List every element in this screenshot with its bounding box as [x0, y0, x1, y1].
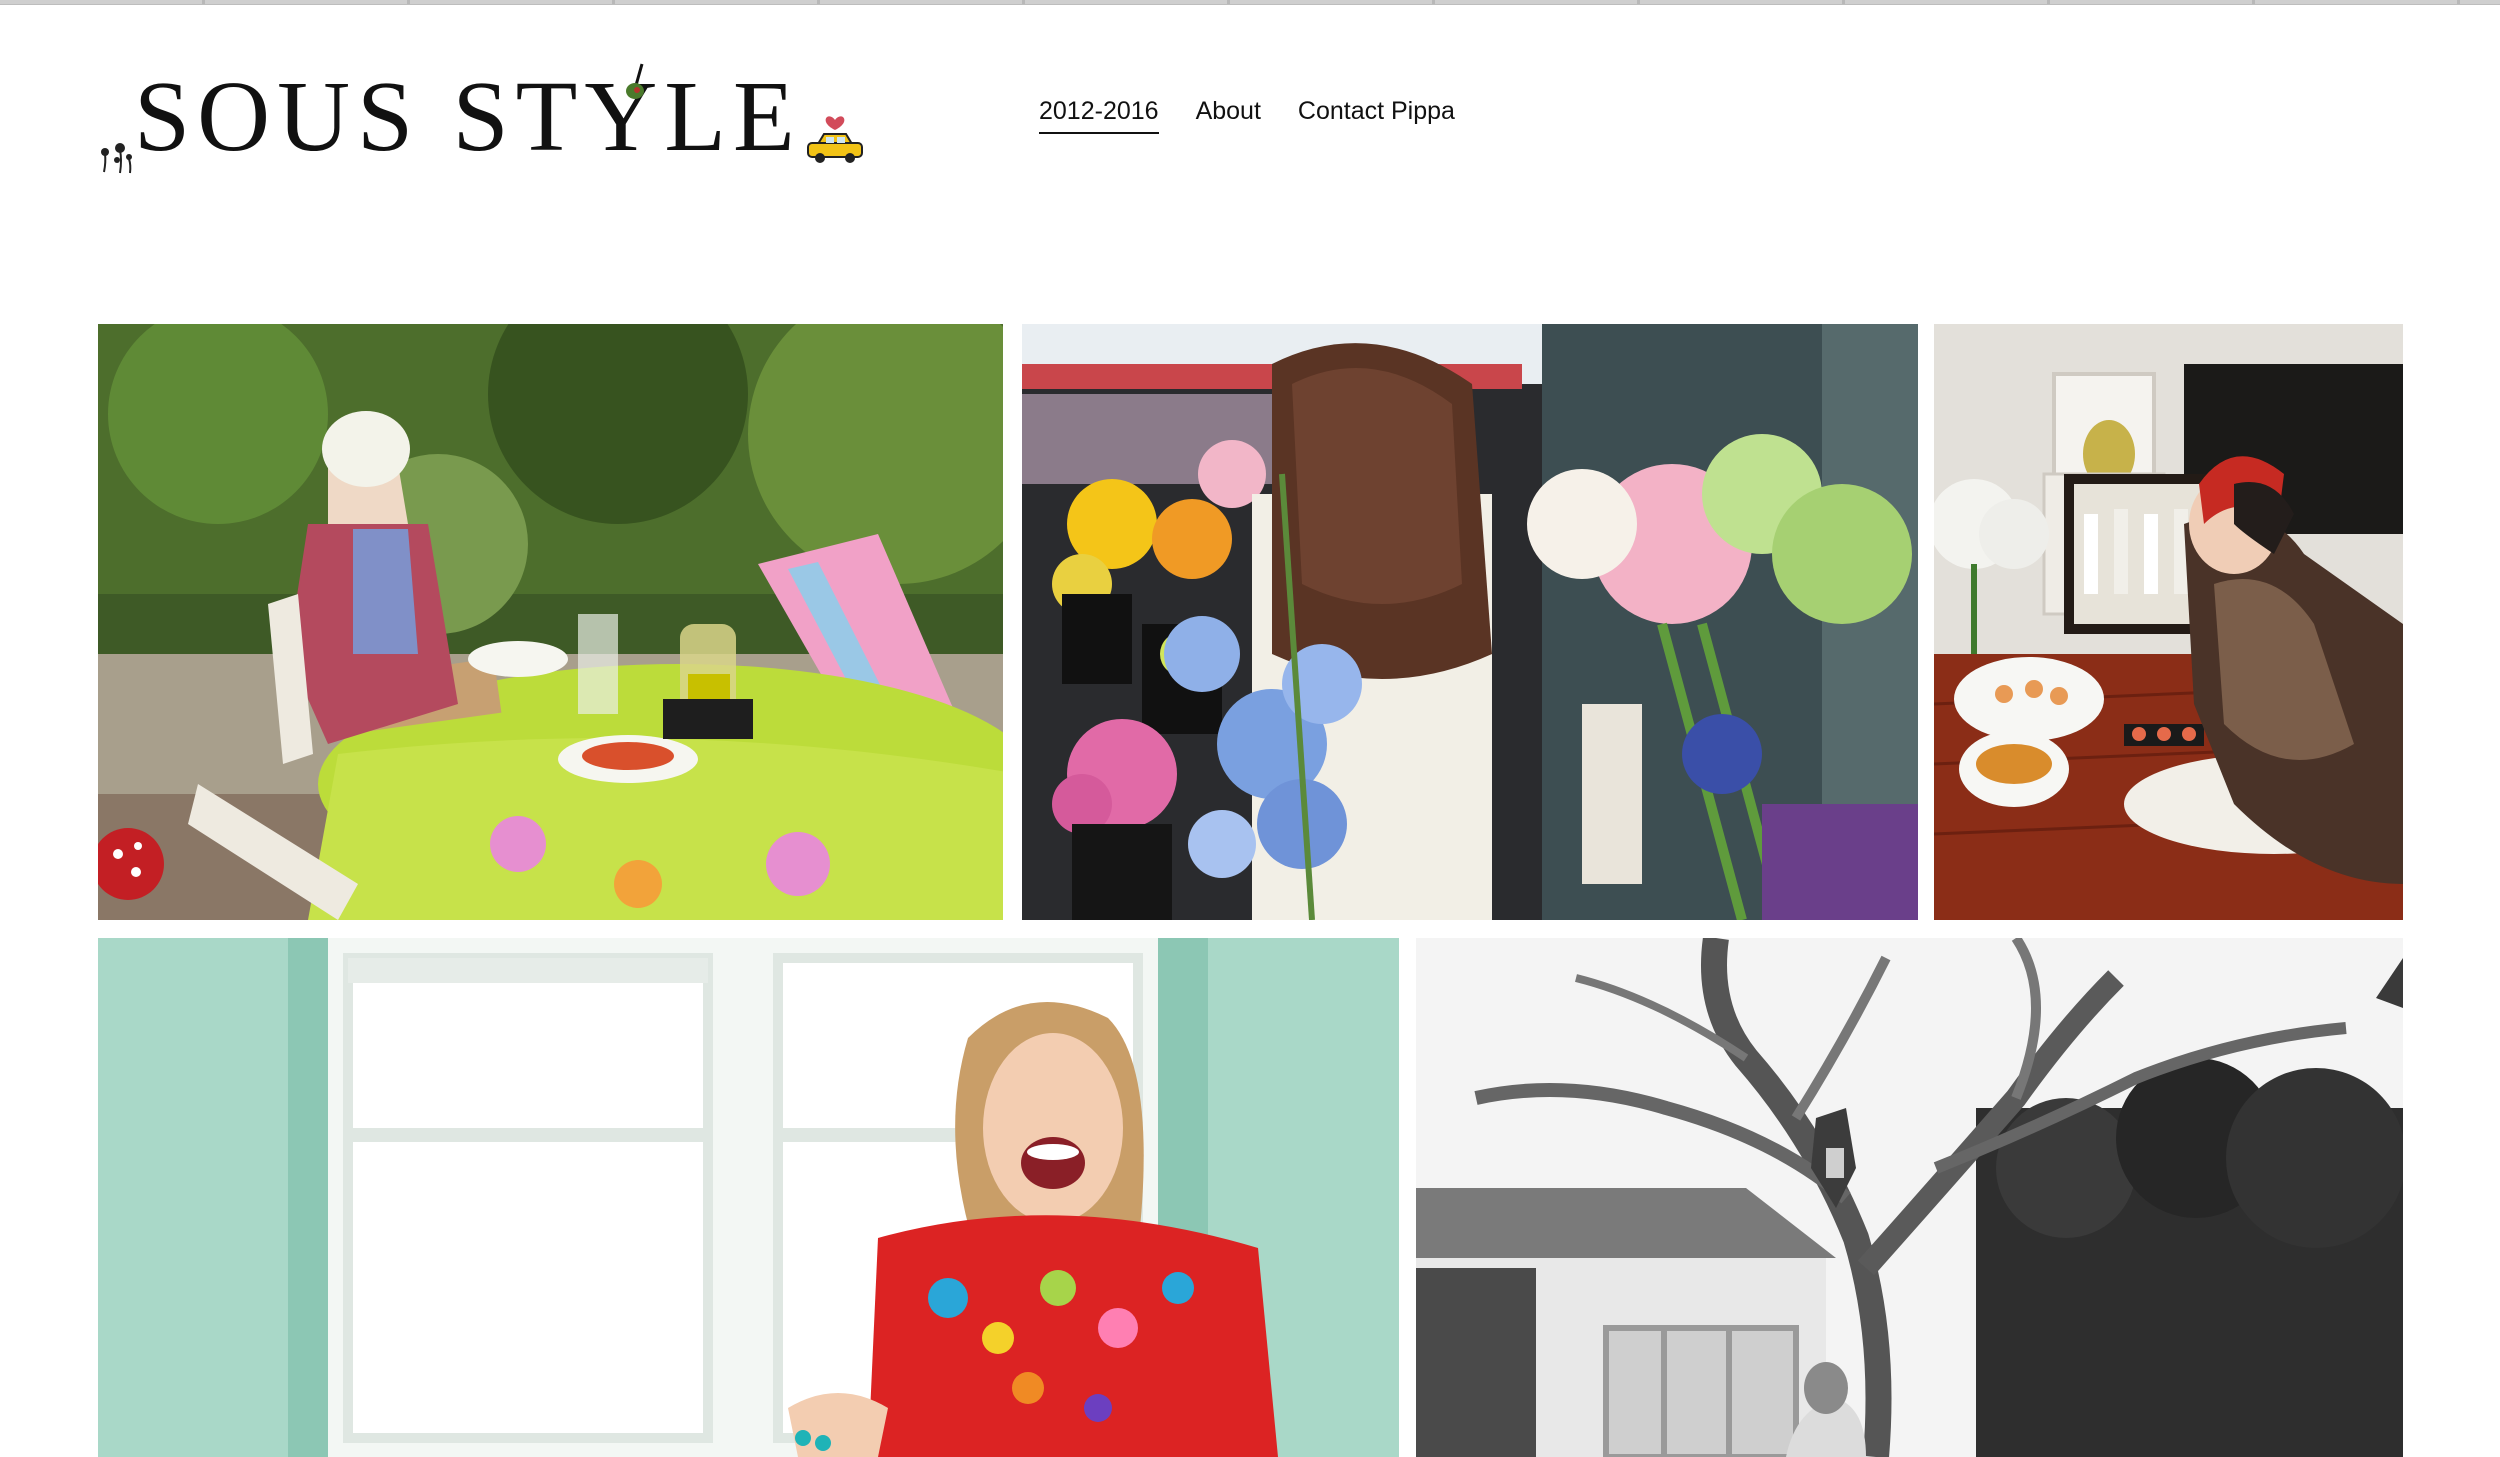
gallery-photo-flower-market[interactable]: [1022, 324, 1918, 920]
flower-sprig-icon: [101, 143, 132, 174]
taxi-icon: [807, 116, 863, 163]
gallery-photo-bw-house-tree[interactable]: [1416, 938, 2403, 1457]
gallery-photo-laughing-woman[interactable]: [98, 938, 1399, 1457]
olive-icon: [626, 63, 644, 99]
nav-link-contact-pippa[interactable]: Contact Pippa: [1298, 97, 1455, 134]
gallery-photo-garden-lunch[interactable]: [98, 324, 1003, 920]
bw-house-tree-image: [1416, 938, 2403, 1457]
gallery-photo-floor-feast[interactable]: [1934, 324, 2403, 920]
main-nav: 2012-2016 About Contact Pippa: [1039, 97, 1455, 134]
nav-link-2012-2016[interactable]: 2012-2016: [1039, 97, 1159, 134]
site-logo[interactable]: SOUS STYLE: [98, 62, 878, 177]
browser-top-edge: [0, 0, 2500, 5]
flower-market-image: [1022, 324, 1918, 920]
garden-lunch-image: [98, 324, 1003, 920]
floor-feast-image: [1934, 324, 2403, 920]
nav-link-about[interactable]: About: [1196, 97, 1261, 134]
logo-wordmark: SOUS STYLE: [134, 60, 802, 172]
laughing-woman-image: [98, 938, 1399, 1457]
